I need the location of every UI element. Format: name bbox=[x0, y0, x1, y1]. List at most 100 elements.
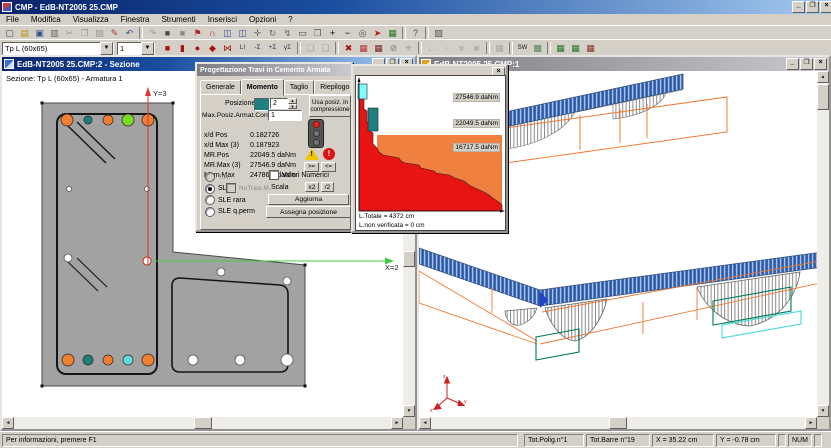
cut-bars-icon[interactable]: ✖ bbox=[341, 42, 356, 55]
zoom-in-icon[interactable]: + bbox=[325, 27, 340, 40]
save-icon[interactable]: ▣ bbox=[32, 27, 47, 40]
menu-item-file[interactable]: File bbox=[0, 14, 25, 25]
radio-circle[interactable] bbox=[205, 172, 215, 182]
view3d-vscroll-down-icon[interactable]: ▼ bbox=[817, 405, 829, 417]
sigma-plus-icon[interactable]: +Σ bbox=[265, 42, 280, 55]
section-bowtie-icon[interactable]: ⋈ bbox=[220, 42, 235, 55]
grid-red-icon[interactable]: ▦ bbox=[356, 42, 371, 55]
sw-icon[interactable]: SW bbox=[515, 42, 530, 55]
menu-item-visualizza[interactable]: Visualizza bbox=[67, 14, 115, 25]
radio-sle-rara[interactable]: SLE rara bbox=[205, 195, 246, 205]
move-view-icon[interactable]: ✛ bbox=[250, 27, 265, 40]
grid-brown-icon[interactable]: ▦ bbox=[583, 42, 598, 55]
open-folder-icon[interactable]: ▤ bbox=[17, 27, 32, 40]
gray-square2-icon[interactable]: ■ bbox=[469, 42, 484, 55]
section-profile-combo[interactable]: Tp L (60x65) ▼ bbox=[2, 42, 114, 55]
radio-circle[interactable] bbox=[205, 207, 215, 217]
zoom-out-icon[interactable]: − bbox=[340, 27, 355, 40]
radio-circle[interactable] bbox=[205, 195, 215, 205]
section-circle-icon[interactable]: ● bbox=[190, 42, 205, 55]
section-hscroll-left-icon[interactable]: ◄ bbox=[2, 417, 14, 429]
view3d-vscroll-up-icon[interactable]: ▲ bbox=[817, 71, 829, 83]
magnet-icon[interactable]: ∩ bbox=[205, 27, 220, 40]
section-hscrollbar[interactable]: ◄ ► bbox=[2, 417, 403, 429]
scala-div2-button[interactable]: /2 bbox=[321, 182, 334, 192]
view3d-maximize-button[interactable]: ❐ bbox=[800, 58, 813, 70]
grid-green1-icon[interactable]: ▦ bbox=[553, 42, 568, 55]
app-minimize-button[interactable]: _ bbox=[792, 1, 805, 13]
gray-square1-icon[interactable]: ■ bbox=[454, 42, 469, 55]
section-square-icon[interactable]: ■ bbox=[160, 42, 175, 55]
forbid-icon[interactable]: ⊘ bbox=[386, 42, 401, 55]
section-blob-icon[interactable]: ◆ bbox=[205, 42, 220, 55]
section-vscroll-thumb[interactable] bbox=[403, 251, 415, 267]
radio-circle[interactable] bbox=[205, 184, 215, 194]
dialog-tab-momento[interactable]: Momento bbox=[241, 79, 284, 96]
scala-x2-button[interactable]: x2 bbox=[305, 182, 319, 192]
redo-icon[interactable]: ↷ bbox=[145, 27, 160, 40]
dialog-titlebar[interactable]: Progettazione Travi in Cemento Armata bbox=[197, 64, 351, 76]
view3d-hscroll-thumb[interactable] bbox=[609, 417, 627, 429]
menu-item-strumenti[interactable]: Strumenti bbox=[155, 14, 201, 25]
max-posiz-input[interactable]: 1 bbox=[268, 110, 302, 121]
tile-windows2-icon[interactable]: ◫ bbox=[235, 27, 250, 40]
pan-hand-icon[interactable]: ■ bbox=[160, 27, 175, 40]
new-file-icon[interactable]: ▢ bbox=[2, 27, 17, 40]
view3d-vscroll-thumb[interactable] bbox=[817, 84, 829, 110]
sigma-minus-icon[interactable]: -Σ bbox=[250, 42, 265, 55]
duplicate-view-icon[interactable]: ❐ bbox=[310, 27, 325, 40]
app-maximize-button[interactable]: ❐ bbox=[806, 1, 819, 13]
dot-icon[interactable]: ◦ bbox=[439, 42, 454, 55]
sigma-gamma-icon[interactable]: γΣ bbox=[280, 42, 295, 55]
view3d-hscrollbar[interactable]: ◄ ► bbox=[419, 417, 817, 429]
select-pointer-icon[interactable]: ➤ bbox=[370, 27, 385, 40]
fill-gray-icon[interactable]: ■ bbox=[175, 27, 190, 40]
aggiorna-button[interactable]: Aggiorna bbox=[268, 194, 349, 205]
section-bar-icon[interactable]: ▮ bbox=[175, 42, 190, 55]
assegna-posizione-button[interactable]: Assegna posizione bbox=[266, 206, 351, 218]
menu-item-finestra[interactable]: Finestra bbox=[115, 14, 156, 25]
help-icon[interactable]: ? bbox=[408, 27, 423, 40]
radio-sle-q-perm[interactable]: SLE q.perm bbox=[205, 207, 255, 217]
posizione-spinner[interactable]: ▲ ▼ bbox=[288, 98, 297, 109]
dialog-tab-riepilogo[interactable]: Riepilogo bbox=[314, 80, 355, 95]
valori-numerici-box[interactable] bbox=[269, 170, 279, 180]
section-hscroll-right-icon[interactable]: ► bbox=[391, 417, 403, 429]
tile-windows-icon[interactable]: ◫ bbox=[220, 27, 235, 40]
app-close-button[interactable]: × bbox=[820, 1, 831, 13]
view3d-vscrollbar[interactable]: ▲ ▼ bbox=[817, 71, 829, 417]
section-li-icon[interactable]: LI bbox=[235, 42, 250, 55]
menu-item-inserisci[interactable]: Inserisci bbox=[202, 14, 243, 25]
flag-red-icon[interactable]: ⚑ bbox=[190, 27, 205, 40]
copy-icon[interactable]: ❐ bbox=[77, 27, 92, 40]
section-hscroll-thumb[interactable] bbox=[194, 417, 212, 429]
corner-icon[interactable]: ∟ bbox=[424, 42, 439, 55]
view3d-minimize-button[interactable]: _ bbox=[786, 58, 799, 70]
spinner-down-icon[interactable]: ▼ bbox=[288, 104, 297, 110]
dynamic-view-icon[interactable]: ↯ bbox=[280, 27, 295, 40]
valori-numerici-checkbox[interactable]: Valori Numerici bbox=[269, 170, 329, 180]
armatura-combo[interactable]: 1 ▼ bbox=[117, 42, 155, 55]
notrasl-box[interactable] bbox=[226, 183, 236, 193]
rotate-view-icon[interactable]: ↻ bbox=[265, 27, 280, 40]
section-vscroll-down-icon[interactable]: ▼ bbox=[403, 405, 415, 417]
notrasl-checkbox[interactable]: NoTrasl.M. bbox=[226, 183, 271, 193]
dialog-tab-taglio[interactable]: Taglio bbox=[284, 80, 314, 95]
cut-icon[interactable]: ✂ bbox=[62, 27, 77, 40]
page-copy-icon[interactable]: ❏ bbox=[303, 42, 318, 55]
view3d-close-button[interactable]: × bbox=[814, 58, 827, 70]
zoom-window-icon[interactable]: ▭ bbox=[295, 27, 310, 40]
menu-item-?[interactable]: ? bbox=[282, 14, 298, 25]
selection-box-icon[interactable]: ▧ bbox=[431, 27, 446, 40]
usa-posiz-button[interactable]: Usa posiz. in compressione bbox=[309, 95, 351, 117]
view3d-hscroll-left-icon[interactable]: ◄ bbox=[419, 417, 431, 429]
page-copy2-icon[interactable]: ❏ bbox=[318, 42, 333, 55]
armatura-dropdown-icon[interactable]: ▼ bbox=[141, 42, 154, 55]
grid-light-icon[interactable]: ▦ bbox=[492, 42, 507, 55]
undo-icon[interactable]: ↶ bbox=[122, 27, 137, 40]
posizione-input[interactable]: 2 bbox=[270, 98, 288, 109]
star-icon[interactable]: ✳ bbox=[401, 42, 416, 55]
paste-icon[interactable]: ▨ bbox=[92, 27, 107, 40]
zoom-lens-icon[interactable]: ◎ bbox=[355, 27, 370, 40]
print-icon[interactable]: ▥ bbox=[47, 27, 62, 40]
